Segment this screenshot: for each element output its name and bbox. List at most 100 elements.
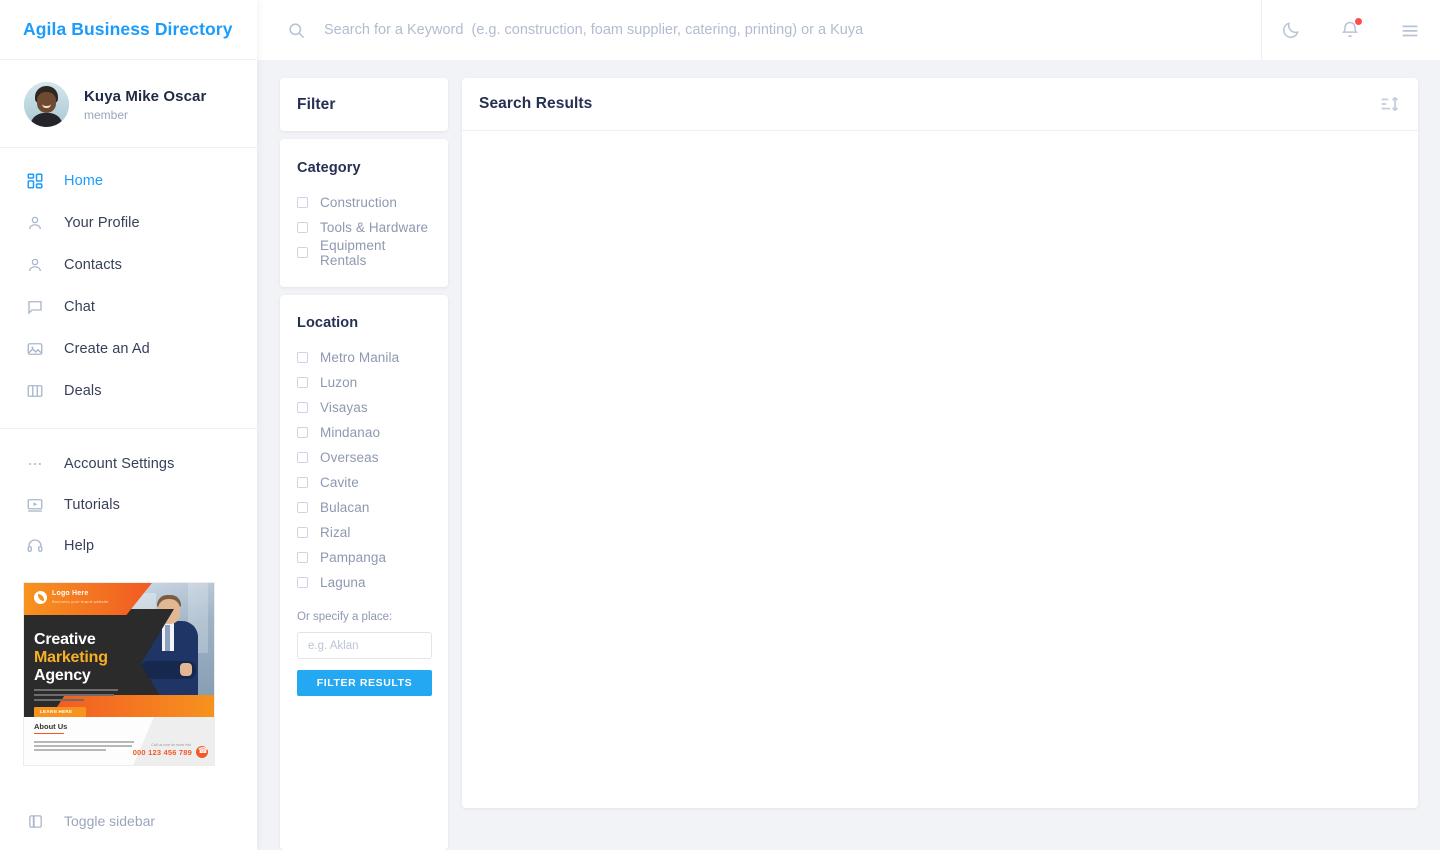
ad-body-text [34,689,118,704]
sidebar-item-tutorials[interactable]: Tutorials [0,484,257,525]
checkbox-icon[interactable] [297,402,308,413]
ad-cta-label: LEARN HERE [40,709,73,714]
search-input[interactable] [324,10,1261,50]
bell-icon[interactable] [1340,17,1363,40]
search-bar [257,0,1261,60]
checkbox-icon[interactable] [297,427,308,438]
checkbox-label: Mindanao [320,425,381,440]
checkbox-icon[interactable] [297,527,308,538]
filter-panel-header: Filter [280,78,448,131]
checkbox-mindanao[interactable]: Mindanao [297,420,431,445]
sidebar-item-label: Account Settings [64,455,175,472]
checkbox-rizal[interactable]: Rizal [297,520,431,545]
checkbox-pampanga[interactable]: Pampanga [297,545,431,570]
checkbox-icon[interactable] [297,377,308,388]
checkbox-tools-hardware[interactable]: Tools & Hardware [297,215,431,240]
ad-phone-caption: Call us now for more info [151,743,191,747]
checkbox-visayas[interactable]: Visayas [297,395,431,420]
sidebar-item-label: Tutorials [64,496,120,513]
sidebar: Agila Business Directory Kuya Mike Oscar… [0,0,257,850]
avatar [24,82,69,127]
sidebar-item-label: Deals [64,383,102,399]
checkbox-label: Pampanga [320,550,387,565]
user-name: Kuya Mike Oscar [84,87,207,105]
location-options: Metro Manila Luzon Visayas Mindanao Over… [297,345,431,595]
checkbox-icon[interactable] [297,552,308,563]
checkbox-icon[interactable] [297,247,308,258]
sidebar-divider [0,428,257,429]
sidebar-toggle-icon [24,810,46,832]
ad-logo-text: Logo Here [52,590,89,597]
ad-phone-number: 000 123 456 789 [132,748,192,757]
specify-place-label: Or specify a place: [297,611,393,623]
sidebar-item-label: Home [64,173,104,189]
app-root: Agila Business Directory Kuya Mike Oscar… [0,0,1440,850]
sidebar-secondary-nav: Account Settings Tutorials Help [0,443,257,566]
hamburger-menu-icon[interactable] [1399,19,1421,41]
ad-about-title: About Us [34,722,68,731]
user-meta: Kuya Mike Oscar member [84,88,206,122]
image-icon [24,338,46,360]
ad-about-text [34,741,134,753]
checkbox-construction[interactable]: Construction [297,190,431,215]
sidebar-ad-banner[interactable]: Logo Here Business your brand website Cr… [0,566,257,766]
sidebar-item-label: Your Profile [64,215,140,231]
grid-icon [24,170,46,192]
sidebar-item-label: Chat [64,299,96,315]
ellipsis-icon [24,453,46,475]
sidebar-item-account-settings[interactable]: Account Settings [0,443,257,484]
checkbox-metro-manila[interactable]: Metro Manila [297,345,431,370]
checkbox-label: Cavite [320,475,359,490]
place-input[interactable] [297,632,432,659]
sort-icon[interactable] [1379,93,1401,115]
toggle-sidebar-button[interactable]: Toggle sidebar [0,810,155,832]
user-icon [24,254,46,276]
location-filter-card: Location Metro Manila Luzon Visayas Mind… [280,295,448,850]
checkbox-icon[interactable] [297,352,308,363]
category-section-title: Category [297,160,361,176]
checkbox-label: Bulacan [320,500,370,515]
ad-logo-icon [34,591,47,604]
checkbox-equipment-rentals[interactable]: Equipment Rentals [297,237,431,268]
user-icon [24,212,46,234]
sidebar-item-chat[interactable]: Chat [0,286,257,328]
user-profile-summary[interactable]: Kuya Mike Oscar member [0,60,257,148]
checkbox-icon[interactable] [297,502,308,513]
ad-headline-1: Creative [34,631,96,648]
sidebar-item-help[interactable]: Help [0,525,257,566]
checkbox-icon[interactable] [297,222,308,233]
checkbox-overseas[interactable]: Overseas [297,445,431,470]
user-role: member [84,107,129,122]
brand-title: Agila Business Directory [23,19,233,39]
filter-results-button[interactable]: FILTER RESULTS [297,670,432,696]
checkbox-icon[interactable] [297,477,308,488]
checkbox-cavite[interactable]: Cavite [297,470,431,495]
sidebar-item-label: Create an Ad [64,341,150,357]
category-options: Construction Tools & Hardware Equipment … [297,190,431,268]
notification-badge [1353,17,1363,26]
sidebar-item-your-profile[interactable]: Your Profile [0,202,257,244]
checkbox-luzon[interactable]: Luzon [297,370,431,395]
checkbox-icon[interactable] [297,197,308,208]
checkbox-label: Equipment Rentals [320,237,386,268]
checkbox-icon[interactable] [297,452,308,463]
sidebar-item-deals[interactable]: Deals [0,370,257,412]
checkbox-label: Laguna [320,575,366,590]
checkbox-label: Tools & Hardware [320,220,429,235]
chat-bubble-icon [24,296,46,318]
sidebar-item-label: Contacts [64,257,123,273]
checkbox-laguna[interactable]: Laguna [297,570,431,595]
ad-logo-subtext: Business your brand website [52,599,109,604]
ad-headline-2: Marketing [34,649,108,666]
ad-headline-3: Agency [34,667,91,684]
sidebar-item-create-an-ad[interactable]: Create an Ad [0,328,257,370]
checkbox-label: Metro Manila [320,350,400,365]
ad-creative: Logo Here Business your brand website Cr… [23,582,215,766]
checkbox-icon[interactable] [297,577,308,588]
moon-icon[interactable] [1281,20,1301,40]
sidebar-item-contacts[interactable]: Contacts [0,244,257,286]
sidebar-primary-nav: Home Your Profile Contacts Chat Create a… [0,148,257,412]
category-filter-card: Category Construction Tools & Hardware E… [280,139,448,287]
sidebar-item-home[interactable]: Home [0,160,257,202]
checkbox-bulacan[interactable]: Bulacan [297,495,431,520]
